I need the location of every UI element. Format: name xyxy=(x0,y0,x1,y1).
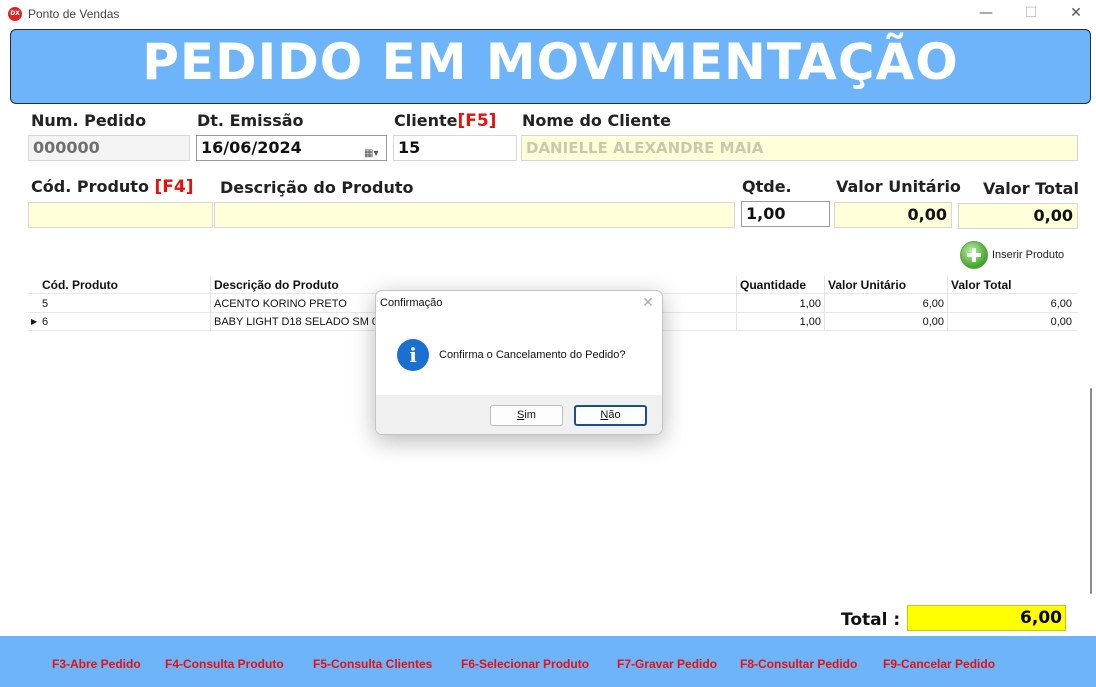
dialog-close-icon[interactable]: ✕ xyxy=(638,293,658,313)
close-icon[interactable]: ✕ xyxy=(1054,0,1096,28)
shortcut-f3[interactable]: F3-Abre Pedido xyxy=(52,657,141,671)
num-pedido-label: Num. Pedido xyxy=(31,111,147,130)
cod-produto-field[interactable] xyxy=(28,202,213,228)
cliente-hotkey: [F5] xyxy=(457,111,497,131)
sim-button[interactable]: Sim xyxy=(490,405,563,426)
dt-emissao-value: 16/06/2024 xyxy=(201,138,302,157)
cell-vt[interactable]: 6,00 xyxy=(948,295,1075,313)
cliente-label: Cliente[F5] xyxy=(394,111,496,131)
cell-vt[interactable]: 0,00 xyxy=(948,313,1075,331)
confirmation-dialog: Confirmação ✕ i Confirma o Cancelamento … xyxy=(375,290,663,435)
sim-rest: im xyxy=(524,409,536,421)
valor-unitario-label: Valor Unitário xyxy=(836,177,961,196)
qtde-label: Qtde. xyxy=(742,177,792,196)
shortcut-f9[interactable]: F9-Cancelar Pedido xyxy=(883,657,995,671)
cod-produto-hotkey: [F4] xyxy=(154,177,194,197)
row-indicator xyxy=(28,295,39,313)
title-bar: DX Ponto de Vendas — ☐ ✕ xyxy=(0,0,1096,28)
valor-total-field[interactable]: 0,00 xyxy=(958,203,1078,229)
cell-vu[interactable]: 6,00 xyxy=(825,295,948,313)
cod-produto-label: Cód. Produto [F4] xyxy=(31,177,194,197)
valor-unitario-field[interactable]: 0,00 xyxy=(834,202,952,228)
cliente-label-text: Cliente xyxy=(394,111,458,130)
vertical-scrollbar[interactable] xyxy=(1086,360,1096,594)
qtde-field[interactable]: 1,00 xyxy=(741,201,830,227)
descricao-produto-field[interactable] xyxy=(214,202,735,228)
cell-qtd[interactable]: 1,00 xyxy=(737,313,825,331)
row-pointer-icon: ▶ xyxy=(31,317,38,326)
dialog-title: Confirmação xyxy=(380,297,443,309)
minimize-icon[interactable]: — xyxy=(964,0,1008,28)
nome-cliente-label: Nome do Cliente xyxy=(522,111,671,130)
valor-total-label: Valor Total xyxy=(983,179,1079,198)
shortcut-footer: F3-Abre Pedido F4-Consulta Produto F5-Co… xyxy=(0,636,1096,687)
grid-header-cod[interactable]: Cód. Produto xyxy=(39,276,211,295)
total-field: 6,00 xyxy=(907,605,1066,631)
grid-header-vu[interactable]: Valor Unitário xyxy=(825,276,948,295)
dialog-footer: Sim Não xyxy=(376,395,662,434)
scrollbar-thumb[interactable] xyxy=(1090,388,1092,594)
inserir-produto-label: Inserir Produto xyxy=(992,249,1065,261)
num-pedido-field[interactable]: 000000 xyxy=(28,135,190,161)
cell-cod[interactable]: 5 xyxy=(39,295,211,313)
descricao-produto-label: Descrição do Produto xyxy=(220,178,414,197)
header-banner: PEDIDO EM MOVIMENTAÇÃO xyxy=(10,29,1091,104)
cell-qtd[interactable]: 1,00 xyxy=(737,295,825,313)
app-logo-icon: DX xyxy=(8,7,22,21)
shortcut-f7[interactable]: F7-Gravar Pedido xyxy=(617,657,717,671)
cell-vu[interactable]: 0,00 xyxy=(825,313,948,331)
main-window: DX Ponto de Vendas — ☐ ✕ PEDIDO EM MOVIM… xyxy=(0,0,1096,687)
total-label: Total : xyxy=(841,610,901,630)
nao-rest: ão xyxy=(608,409,621,421)
shortcut-f6[interactable]: F6-Selecionar Produto xyxy=(461,657,589,671)
dt-emissao-field[interactable]: 16/06/2024 ▦▾ xyxy=(196,135,387,161)
info-icon: i xyxy=(397,339,429,371)
cell-cod[interactable]: 6 xyxy=(39,313,211,331)
grid-header-indicator xyxy=(28,276,39,295)
shortcut-f8[interactable]: F8-Consultar Pedido xyxy=(740,657,857,671)
grid-header-qtd[interactable]: Quantidade xyxy=(737,276,825,295)
calendar-dropdown-icon[interactable]: ▦▾ xyxy=(364,142,382,159)
cod-produto-label-text: Cód. Produto xyxy=(31,177,149,196)
dialog-message: Confirma o Cancelamento do Pedido? xyxy=(439,349,626,361)
nao-button[interactable]: Não xyxy=(574,405,647,426)
nome-cliente-field[interactable]: DANIELLE ALEXANDRE MAIA xyxy=(521,135,1078,161)
page-title: PEDIDO EM MOVIMENTAÇÃO xyxy=(142,33,959,91)
dt-emissao-label: Dt. Emissão xyxy=(197,111,304,130)
add-icon xyxy=(960,241,988,269)
inserir-produto-button[interactable]: Inserir Produto xyxy=(960,241,1070,269)
maximize-icon[interactable]: ☐ xyxy=(1009,0,1053,28)
grid-header-vt[interactable]: Valor Total xyxy=(948,276,1075,295)
shortcut-f4[interactable]: F4-Consulta Produto xyxy=(165,657,284,671)
shortcut-f5[interactable]: F5-Consulta Clientes xyxy=(313,657,432,671)
cliente-field[interactable]: 15 xyxy=(393,135,517,161)
window-title: Ponto de Vendas xyxy=(28,7,120,21)
